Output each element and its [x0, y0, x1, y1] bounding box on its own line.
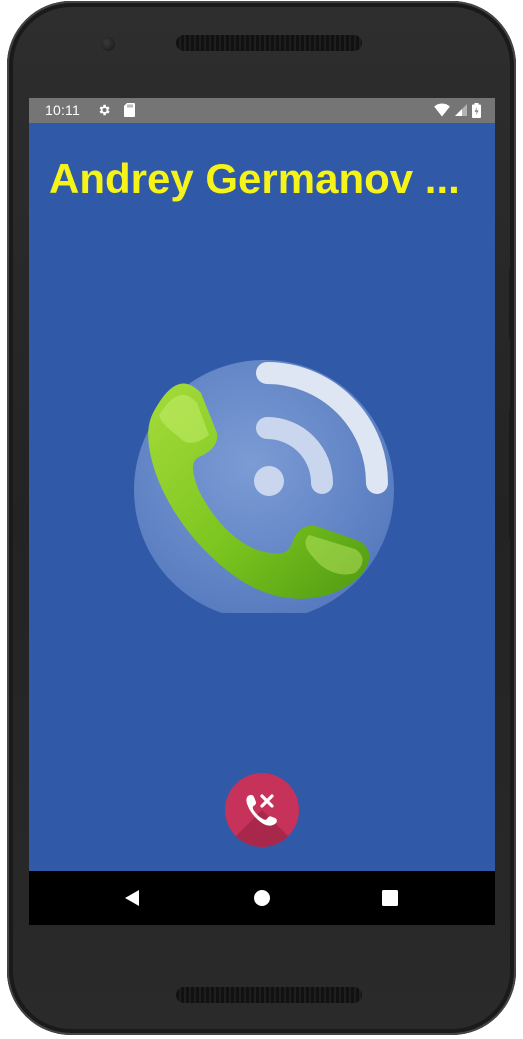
- status-icons-right: [434, 102, 481, 118]
- power-button: [509, 269, 514, 339]
- gear-icon: [99, 104, 110, 116]
- back-icon[interactable]: [123, 888, 141, 908]
- home-icon[interactable]: [253, 888, 271, 908]
- volume-button: [509, 409, 514, 539]
- front-camera: [101, 37, 115, 51]
- top-speaker-grille: [176, 35, 362, 51]
- app-screen: 10:11 Andrey Germanov ...: [29, 98, 495, 925]
- signal-icon: [455, 104, 467, 116]
- bottom-speaker-grille: [176, 987, 362, 1003]
- wifi-icon: [434, 103, 450, 117]
- end-call-button[interactable]: [225, 773, 299, 847]
- battery-icon: [472, 102, 481, 118]
- phone-decline-icon: [246, 794, 277, 826]
- navigation-bar: [29, 871, 495, 925]
- caller-name: Andrey Germanov ...: [49, 155, 460, 202]
- sd-card-icon: [124, 103, 135, 117]
- status-bar: 10:11: [29, 98, 495, 123]
- recents-icon[interactable]: [381, 888, 399, 908]
- status-time: 10:11: [45, 102, 80, 118]
- green-phone-handset-icon: [134, 360, 394, 613]
